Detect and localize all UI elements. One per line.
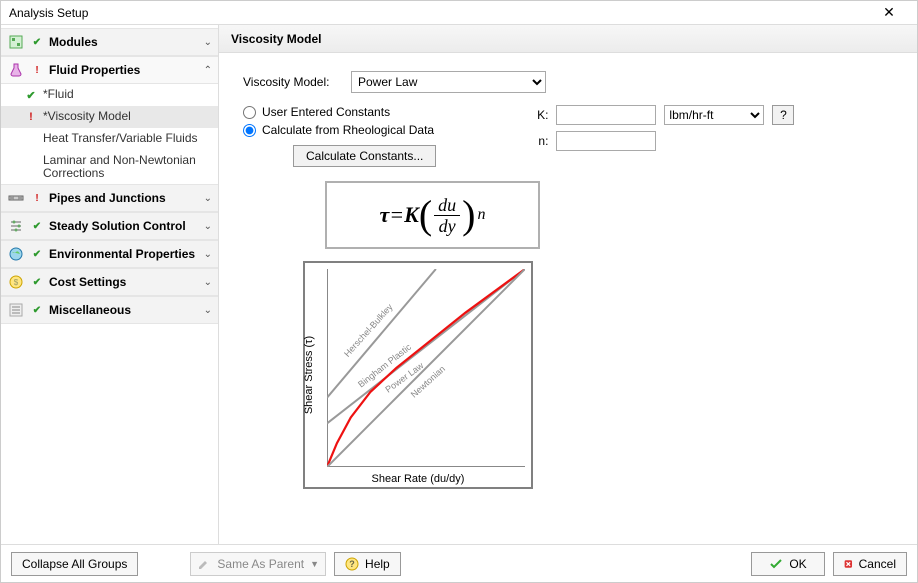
chevron-down-icon: ▼ <box>310 559 319 569</box>
status-ok-icon: ✔ <box>31 248 43 260</box>
chevron-down-icon: ⌄ <box>204 221 212 232</box>
pipes-icon <box>7 189 25 207</box>
status-warn-icon: ! <box>25 111 37 123</box>
chevron-up-icon: ⌃ <box>204 65 212 76</box>
flask-icon <box>7 61 25 79</box>
viscosity-model-select[interactable]: Power Law <box>351 71 546 93</box>
k-label: K: <box>532 108 548 122</box>
sliders-icon <box>7 217 25 235</box>
k-input[interactable] <box>556 105 656 125</box>
footer: Collapse All Groups Same As Parent ▼ ? H… <box>1 544 917 582</box>
titlebar: Analysis Setup ✕ <box>1 1 917 25</box>
status-warn-icon: ! <box>31 192 43 204</box>
close-button[interactable]: ✕ <box>869 1 909 25</box>
sidebar-item-viscosity-model[interactable]: ! *Viscosity Model <box>1 106 218 128</box>
group-environmental[interactable]: ✔ Environmental Properties ⌄ <box>1 240 218 268</box>
help-button[interactable]: ? <box>772 105 794 125</box>
n-input[interactable] <box>556 131 656 151</box>
status-ok-icon: ✔ <box>31 220 43 232</box>
radio-calc-rheological-input[interactable] <box>243 124 256 137</box>
cost-icon: $ <box>7 273 25 291</box>
ok-button[interactable]: OK <box>751 552 825 576</box>
page-title: Viscosity Model <box>219 25 917 53</box>
help-button[interactable]: ? Help <box>334 552 401 576</box>
status-warn-icon: ! <box>31 64 43 76</box>
help-icon: ? <box>345 557 359 571</box>
chevron-down-icon: ⌄ <box>204 277 212 288</box>
chevron-down-icon: ⌄ <box>204 305 212 316</box>
chart-ylabel: Shear Stress (τ) <box>303 336 315 414</box>
radio-calc-rheological[interactable]: Calculate from Rheological Data <box>243 123 436 137</box>
group-modules[interactable]: ✔ Modules ⌄ <box>1 28 218 56</box>
n-label: n: <box>532 134 548 148</box>
x-icon <box>844 557 853 571</box>
radio-user-constants-input[interactable] <box>243 106 256 119</box>
rheology-chart: Shear Stress (τ) Shear Rate (du/dy) Hers… <box>303 261 533 489</box>
group-pipes-junctions[interactable]: ! Pipes and Junctions ⌄ <box>1 184 218 212</box>
collapse-all-button[interactable]: Collapse All Groups <box>11 552 138 576</box>
chart-xlabel: Shear Rate (du/dy) <box>372 473 465 485</box>
sidebar-item-laminar-corrections[interactable]: Laminar and Non-Newtonian Corrections <box>1 150 218 184</box>
status-ok-icon: ✔ <box>31 36 43 48</box>
modules-icon <box>7 33 25 51</box>
radio-user-constants[interactable]: User Entered Constants <box>243 105 436 119</box>
status-ok-icon: ✔ <box>31 276 43 288</box>
viscosity-model-label: Viscosity Model: <box>243 75 341 89</box>
k-unit-select[interactable]: lbm/hr-ft <box>664 105 764 125</box>
svg-text:$: $ <box>14 278 19 287</box>
chevron-down-icon: ⌄ <box>204 193 212 204</box>
window-title: Analysis Setup <box>9 6 869 20</box>
svg-text:?: ? <box>349 559 355 569</box>
chevron-down-icon: ⌄ <box>204 249 212 260</box>
globe-icon <box>7 245 25 263</box>
status-ok-icon: ✔ <box>25 89 37 102</box>
check-icon <box>769 557 783 571</box>
group-miscellaneous[interactable]: ✔ Miscellaneous ⌄ <box>1 296 218 324</box>
edit-icon <box>197 557 211 571</box>
group-cost-settings[interactable]: $ ✔ Cost Settings ⌄ <box>1 268 218 296</box>
sidebar-item-heat-transfer[interactable]: Heat Transfer/Variable Fluids <box>1 128 218 150</box>
calculate-constants-button[interactable]: Calculate Constants... <box>293 145 436 167</box>
group-steady-solution[interactable]: ✔ Steady Solution Control ⌄ <box>1 212 218 240</box>
sidebar-item-fluid[interactable]: ✔ *Fluid <box>1 84 218 106</box>
chevron-down-icon: ⌄ <box>204 37 212 48</box>
formula-display: τ = K ( dudy ) n <box>325 181 540 249</box>
list-icon <box>7 301 25 319</box>
status-ok-icon: ✔ <box>31 304 43 316</box>
sidebar: ✔ Modules ⌄ ! Fluid Properties ⌃ ✔ *Flui… <box>1 25 219 544</box>
same-as-parent-dropdown[interactable]: Same As Parent ▼ <box>190 552 326 576</box>
group-fluid-properties[interactable]: ! Fluid Properties ⌃ <box>1 56 218 84</box>
cancel-button[interactable]: Cancel <box>833 552 907 576</box>
